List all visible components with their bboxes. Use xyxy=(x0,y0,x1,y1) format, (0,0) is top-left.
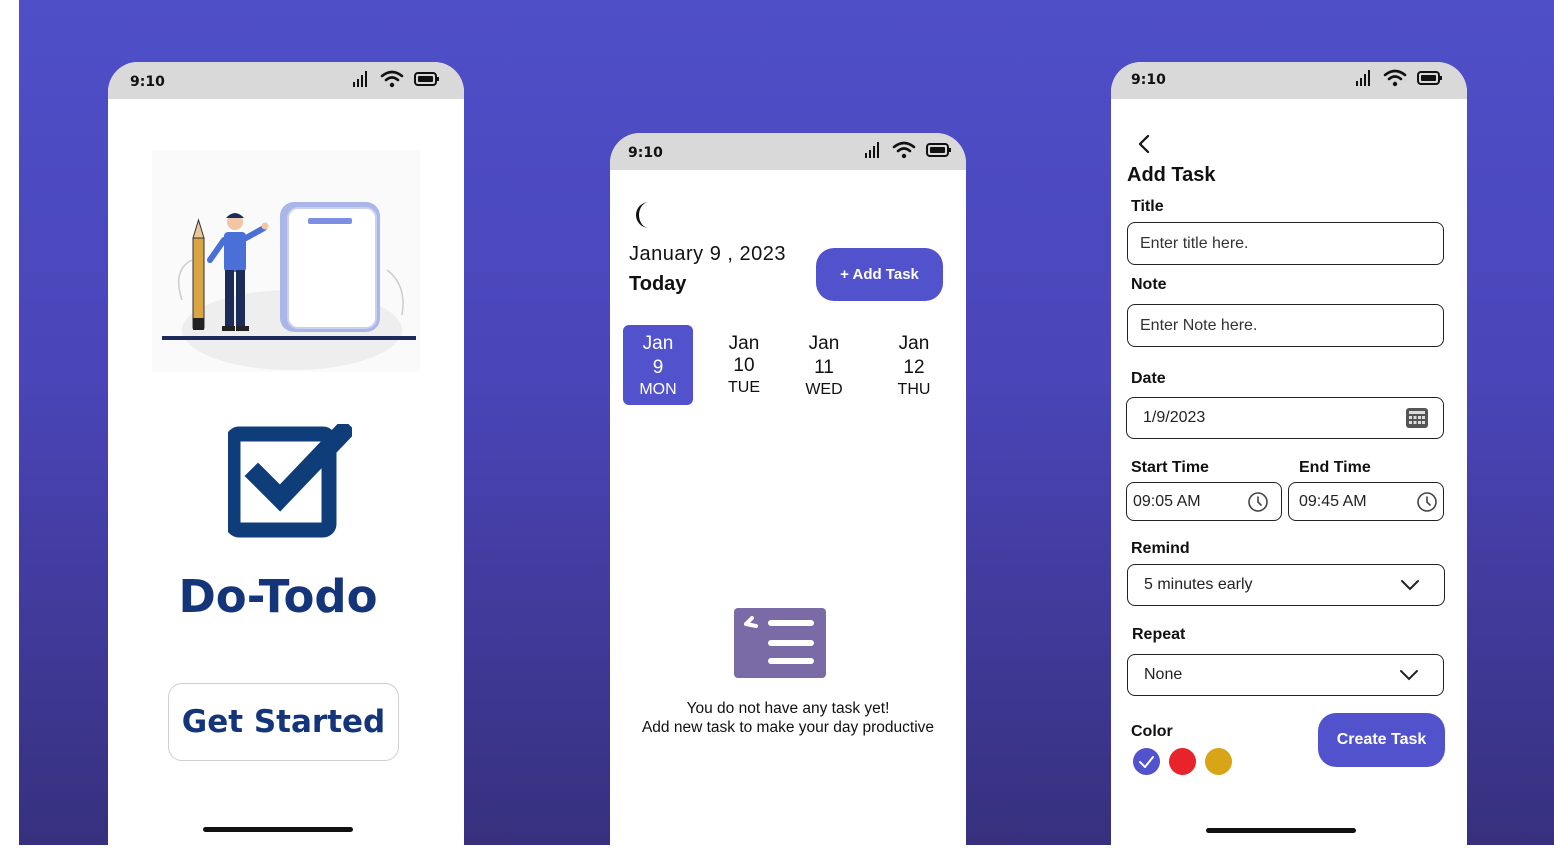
empty-state-message: You do not have any task yet! Add new ta… xyxy=(610,699,966,737)
checkbox-logo-icon xyxy=(228,424,352,538)
signal-icon xyxy=(865,142,879,158)
wifi-icon xyxy=(380,70,404,88)
status-bar: 9:10 xyxy=(108,62,464,99)
status-bar: 9:10 xyxy=(1111,62,1467,99)
clock-icon[interactable] xyxy=(1416,491,1438,513)
status-time: 9:10 xyxy=(1131,72,1166,88)
color-swatch-red[interactable] xyxy=(1169,748,1196,775)
page-title: Add Task xyxy=(1127,164,1216,186)
repeat-label: Repeat xyxy=(1132,626,1186,643)
date-chip-jan-12[interactable]: Jan 12 THU xyxy=(879,325,949,405)
wifi-icon xyxy=(892,141,916,159)
color-swatch-purple[interactable] xyxy=(1133,748,1160,775)
back-arrow-icon[interactable] xyxy=(1137,134,1151,154)
title-input[interactable]: Enter title here. xyxy=(1127,222,1444,265)
create-task-button[interactable]: Create Task xyxy=(1318,713,1445,767)
start-time-label: Start Time xyxy=(1131,459,1209,476)
date-chip-month: Jan xyxy=(808,333,840,354)
calendar-icon[interactable] xyxy=(1405,407,1429,429)
home-indicator xyxy=(203,827,353,832)
battery-icon xyxy=(926,143,951,157)
check-icon xyxy=(1139,756,1154,768)
date-input[interactable]: 1/9/2023 xyxy=(1126,397,1444,439)
note-input[interactable]: Enter Note here. xyxy=(1127,304,1444,347)
date-value: 1/9/2023 xyxy=(1143,409,1206,426)
date-chip-jan-10[interactable]: Jan 10 TUE xyxy=(709,325,779,405)
wifi-icon xyxy=(1383,69,1407,87)
home-screen: 9:10 January 9 , 2023 Today + Add Task J… xyxy=(610,133,966,845)
status-time: 9:10 xyxy=(130,74,165,90)
showcase-background: 9:10 Do-Todo Get Started 9:10 January 9 … xyxy=(19,0,1554,845)
chevron-down-icon xyxy=(1401,580,1419,591)
date-chip-day: 11 xyxy=(814,357,834,378)
date-chip-day: 12 xyxy=(903,357,925,378)
date-chip-month: Jan xyxy=(642,333,674,354)
add-task-button[interactable]: + Add Task xyxy=(816,248,943,301)
home-indicator xyxy=(1206,828,1356,833)
start-time-value: 09:05 AM xyxy=(1133,492,1201,510)
end-time-value: 09:45 AM xyxy=(1299,492,1367,510)
date-chip-weekday: MON xyxy=(639,381,677,398)
person-with-notes-illustration xyxy=(152,150,420,372)
title-label: Title xyxy=(1131,198,1164,215)
battery-icon xyxy=(1417,71,1442,85)
empty-state-line-2: Add new task to make your day productive xyxy=(641,719,935,736)
date-chip-day: 9 xyxy=(652,357,664,378)
date-chip-jan-11[interactable]: Jan 11 WED xyxy=(789,325,859,405)
status-time: 9:10 xyxy=(628,145,663,161)
clock-icon[interactable] xyxy=(1247,491,1269,513)
date-chip-weekday: THU xyxy=(897,381,931,398)
color-swatch-yellow[interactable] xyxy=(1205,748,1232,775)
empty-task-list-icon xyxy=(734,608,826,678)
battery-icon xyxy=(414,72,439,86)
status-bar: 9:10 xyxy=(610,133,966,170)
today-label: Today xyxy=(629,273,687,295)
note-label: Note xyxy=(1131,276,1167,293)
date-chip-day: 10 xyxy=(733,355,755,376)
welcome-screen: 9:10 Do-Todo Get Started xyxy=(108,62,464,845)
date-chip-weekday: TUE xyxy=(728,379,760,396)
date-chip-month: Jan xyxy=(898,333,930,354)
get-started-button[interactable]: Get Started xyxy=(168,683,399,761)
start-time-input[interactable]: 09:05 AM xyxy=(1126,482,1282,521)
add-task-screen: 9:10 Add Task Title Enter title here. No… xyxy=(1111,62,1467,845)
date-label: Date xyxy=(1131,370,1166,387)
end-time-input[interactable]: 09:45 AM xyxy=(1288,482,1444,521)
repeat-value: None xyxy=(1144,666,1183,683)
date-chip-jan-9[interactable]: Jan 9 MON xyxy=(623,325,693,405)
repeat-select[interactable]: None xyxy=(1127,654,1444,696)
signal-icon xyxy=(353,71,367,87)
chevron-down-icon xyxy=(1400,670,1418,681)
color-label: Color xyxy=(1131,723,1173,740)
moon-icon[interactable] xyxy=(632,200,656,230)
date-chip-month: Jan xyxy=(728,333,760,354)
app-title: Do-Todo xyxy=(178,570,378,623)
empty-state-line-1: You do not have any task yet! xyxy=(686,700,890,717)
signal-icon xyxy=(1356,70,1370,86)
remind-select[interactable]: 5 minutes early xyxy=(1127,564,1445,606)
date-chip-weekday: WED xyxy=(805,381,843,398)
remind-label: Remind xyxy=(1131,540,1190,557)
remind-value: 5 minutes early xyxy=(1144,576,1253,593)
end-time-label: End Time xyxy=(1299,459,1371,476)
current-date: January 9 , 2023 xyxy=(629,243,786,265)
